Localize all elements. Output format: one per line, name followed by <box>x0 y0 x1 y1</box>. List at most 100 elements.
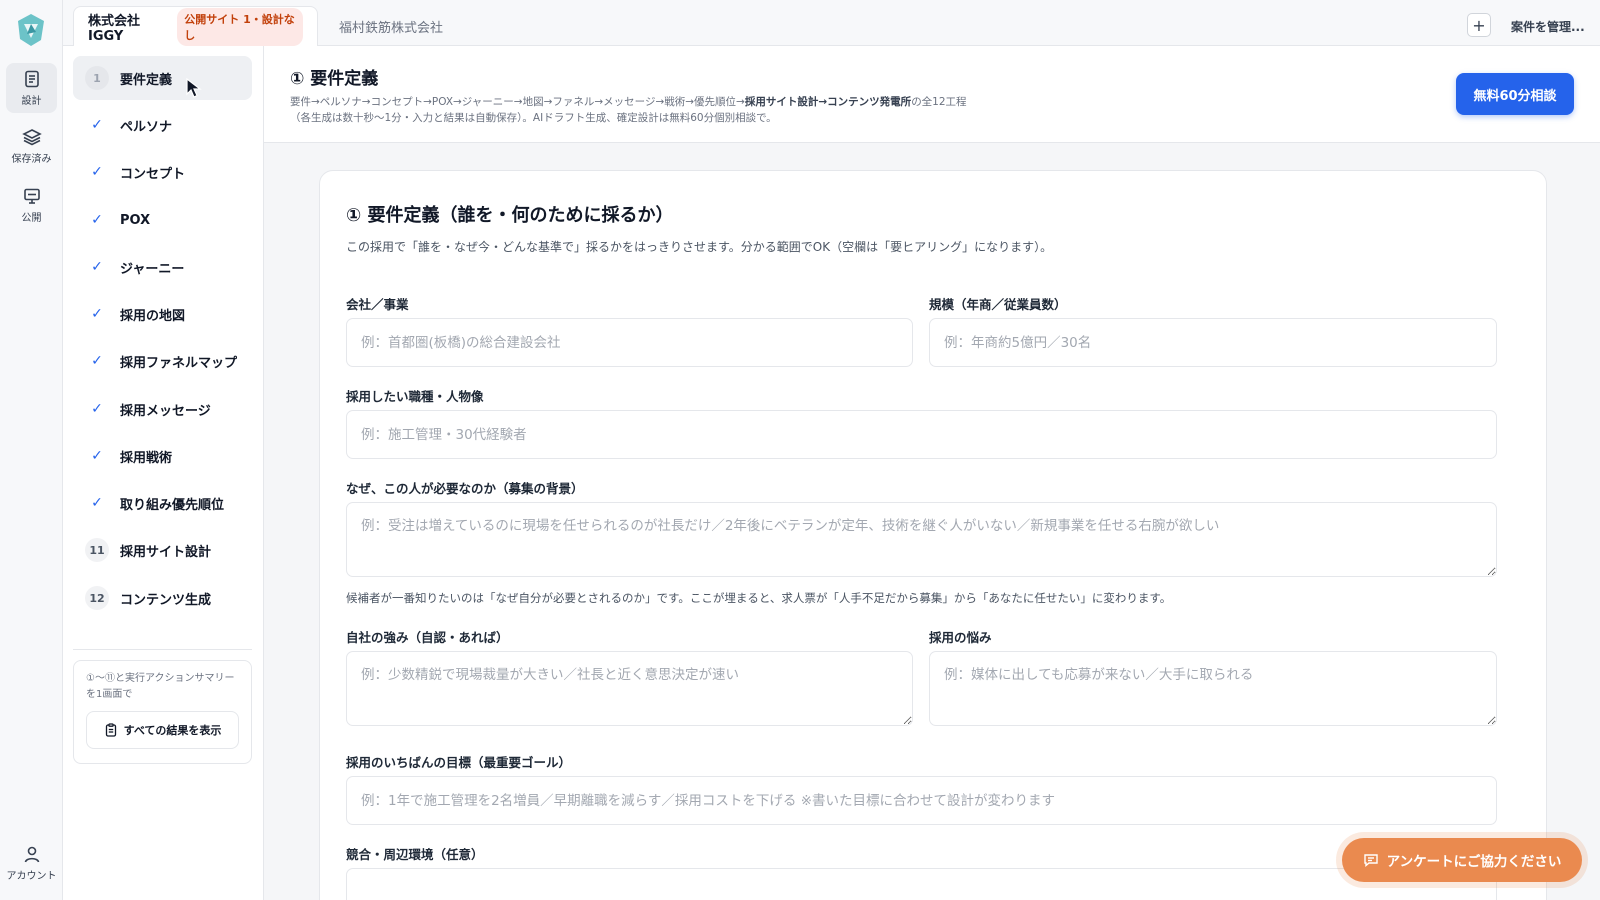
rail-item-design[interactable]: 設計 <box>6 63 57 113</box>
step-label: 採用戦術 <box>120 450 173 466</box>
divider <box>73 649 252 650</box>
competition-input[interactable] <box>346 868 1497 900</box>
monitor-icon <box>23 188 40 204</box>
rail-item-label: 保存済み <box>11 154 52 165</box>
clipboard-icon <box>105 723 116 737</box>
plus-icon: + <box>1472 15 1486 35</box>
rail-item-label: アカウント <box>6 871 57 882</box>
process-flow-line2: （各生成は数十秒〜1分・入力と結果は自動保存）。AIドラフト生成、確定設計は無料… <box>290 112 777 124</box>
step-sidebar: 1 要件定義 ✓ ペルソナ ✓ コンセプト ✓ POX ✓ ジャーニー ✓ 採用… <box>63 46 264 900</box>
step-item-persona[interactable]: ✓ ペルソナ <box>73 103 252 147</box>
background-label: なぜ、この人が必要なのか（募集の背景） <box>346 481 584 496</box>
step-item-priority[interactable]: ✓ 取り組み優先順位 <box>73 481 252 525</box>
step-number: 12 <box>85 586 109 610</box>
step-item-journey[interactable]: ✓ ジャーニー <box>73 245 252 289</box>
show-all-results-button[interactable]: すべての結果を表示 <box>86 711 239 749</box>
step-item-funnel[interactable]: ✓ 採用ファネルマップ <box>73 339 252 383</box>
step-item-concept[interactable]: ✓ コンセプト <box>73 150 252 194</box>
step-item-pox[interactable]: ✓ POX <box>73 198 252 242</box>
add-project-button[interactable]: + <box>1467 13 1491 37</box>
step-label: 採用サイト設計 <box>120 544 212 560</box>
rail-item-saved[interactable]: 保存済み <box>6 121 57 171</box>
worry-label: 採用の悩み <box>929 630 992 645</box>
scale-label: 規模（年商／従業員数） <box>929 297 1067 312</box>
step-number: 11 <box>85 538 109 562</box>
check-icon: ✓ <box>91 306 103 322</box>
rail-item-label: 設計 <box>21 96 42 107</box>
free-consultation-button[interactable]: 無料60分相談 <box>1456 73 1574 115</box>
step-label: コンセプト <box>120 166 186 182</box>
summary-card: ①〜⑪と実行アクションサマリーを1画面で すべての結果を表示 <box>73 660 252 764</box>
process-flow-line1: 要件→ペルソナ→コンセプト→POX→ジャーニー→地図→ファネル→メッセージ→戦術… <box>290 94 967 110</box>
strength-label: 自社の強み（自認・あれば） <box>346 630 509 645</box>
role-label: 採用したい職種・人物像 <box>346 389 484 404</box>
chat-bubble-icon <box>1363 854 1378 867</box>
survey-button[interactable]: アンケートにご協力ください <box>1342 838 1582 882</box>
goal-label: 採用のいちばんの目標（最重要ゴール） <box>346 755 572 770</box>
company-label: 会社／事業 <box>346 297 409 312</box>
step-item-tactics[interactable]: ✓ 採用戦術 <box>73 434 252 478</box>
competition-label: 競合・周辺環境（任意） <box>346 847 484 862</box>
manage-projects-link[interactable]: 案件を管理... <box>1511 18 1585 35</box>
check-icon: ✓ <box>91 495 103 511</box>
main-content: ① 要件定義（誰を・何のために採るか） この採用で「誰を・なぜ今・どんな基準で」… <box>264 143 1600 900</box>
status-badge: 公開サイト 1・設計なし <box>177 7 303 46</box>
layers-icon <box>21 129 42 146</box>
tab-label: 株式会社IGGY <box>88 13 141 44</box>
step-label: 要件定義 <box>120 72 173 88</box>
project-tab-bar: 株式会社IGGY 公開サイト 1・設計なし 福村鉄筋株式会社 + 案件を管理..… <box>63 0 1600 46</box>
check-icon: ✓ <box>91 353 103 369</box>
tab-label: 福村鉄筋株式会社 <box>339 20 444 36</box>
step-label: 取り組み優先順位 <box>120 497 225 513</box>
tab-project-fukumura[interactable]: 福村鉄筋株式会社 <box>325 6 457 46</box>
step-item-content[interactable]: 12 コンテンツ生成 <box>73 576 252 620</box>
role-input[interactable] <box>346 410 1497 459</box>
flow-suffix: の全12工程 <box>911 96 967 108</box>
summary-button-label: すべての結果を表示 <box>123 724 222 737</box>
background-textarea[interactable] <box>346 502 1497 577</box>
step-label: POX <box>120 212 151 228</box>
rail-item-account[interactable]: アカウント <box>6 838 57 888</box>
background-hint: 候補者が一番知りたいのは「なぜ自分が必要とされるのか」です。ここが埋まると、求人… <box>346 591 1172 605</box>
icon-rail: 設計 保存済み 公開 アカウント <box>0 0 63 900</box>
check-icon: ✓ <box>91 259 103 275</box>
step-label: 採用の地図 <box>120 308 186 324</box>
goal-input[interactable] <box>346 776 1497 825</box>
user-icon <box>24 846 39 863</box>
check-icon: ✓ <box>91 212 103 228</box>
step-label: 採用メッセージ <box>120 403 211 419</box>
mouse-cursor-icon <box>186 78 202 98</box>
check-icon: ✓ <box>91 448 103 464</box>
document-icon <box>24 70 39 88</box>
step-label: 採用ファネルマップ <box>120 355 238 371</box>
rail-item-publish[interactable]: 公開 <box>6 180 57 230</box>
tab-project-iggy[interactable]: 株式会社IGGY 公開サイト 1・設計なし <box>73 6 318 46</box>
check-icon: ✓ <box>91 164 103 180</box>
strength-textarea[interactable] <box>346 651 913 726</box>
survey-label: アンケートにご協力ください <box>1386 854 1562 870</box>
step-label: ジャーニー <box>120 261 185 277</box>
step-item-requirements[interactable]: 1 要件定義 <box>73 56 252 100</box>
step-item-message[interactable]: ✓ 採用メッセージ <box>73 387 252 431</box>
check-icon: ✓ <box>91 401 103 417</box>
scale-input[interactable] <box>929 318 1497 367</box>
rail-item-label: 公開 <box>21 213 42 224</box>
step-label: コンテンツ生成 <box>120 592 212 608</box>
company-input[interactable] <box>346 318 913 367</box>
app-logo-icon[interactable] <box>14 12 48 48</box>
step-item-map[interactable]: ✓ 採用の地図 <box>73 292 252 336</box>
step-label: ペルソナ <box>120 119 173 135</box>
requirements-form-card: ① 要件定義（誰を・何のために採るか） この採用で「誰を・なぜ今・どんな基準で」… <box>319 170 1547 900</box>
step-item-site-design[interactable]: 11 採用サイト設計 <box>73 528 252 572</box>
form-title: ① 要件定義（誰を・何のために採るか） <box>346 205 674 226</box>
summary-note: ①〜⑪と実行アクションサマリーを1画面で <box>86 673 235 700</box>
main-header: ① 要件定義 要件→ペルソナ→コンセプト→POX→ジャーニー→地図→ファネル→メ… <box>264 46 1600 143</box>
check-icon: ✓ <box>91 117 103 133</box>
page-title: ① 要件定義 <box>290 69 379 89</box>
process-flow: 要件→ペルソナ→コンセプト→POX→ジャーニー→地図→ファネル→メッセージ→戦術… <box>290 94 967 126</box>
form-description: この採用で「誰を・なぜ今・どんな基準で」採るかをはっきりさせます。分かる範囲でO… <box>346 240 1053 254</box>
flow-steps: 要件→ペルソナ→コンセプト→POX→ジャーニー→地図→ファネル→メッセージ→戦術… <box>290 96 745 108</box>
step-number: 1 <box>85 66 109 90</box>
flow-steps-highlight: 採用サイト設計→コンテンツ発電所 <box>744 96 912 108</box>
worry-textarea[interactable] <box>929 651 1497 726</box>
